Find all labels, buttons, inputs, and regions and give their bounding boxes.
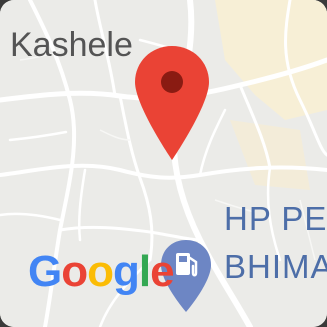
logo-letter: g bbox=[113, 247, 140, 296]
place-label-poi-line2: BHIMA bbox=[224, 248, 327, 285]
logo-letter: o bbox=[87, 247, 114, 296]
google-logo: Google bbox=[28, 247, 175, 296]
place-label-poi-line1: HP PE bbox=[224, 200, 327, 237]
map-pin-icon[interactable] bbox=[132, 44, 212, 164]
logo-letter: l bbox=[138, 247, 151, 296]
place-label-locality: Kashele bbox=[10, 26, 133, 64]
logo-letter: G bbox=[28, 247, 62, 296]
map-thumbnail[interactable]: Kashele HP PE BHIMA Google bbox=[0, 0, 327, 327]
logo-letter: e bbox=[150, 247, 175, 296]
logo-letter: o bbox=[61, 247, 88, 296]
